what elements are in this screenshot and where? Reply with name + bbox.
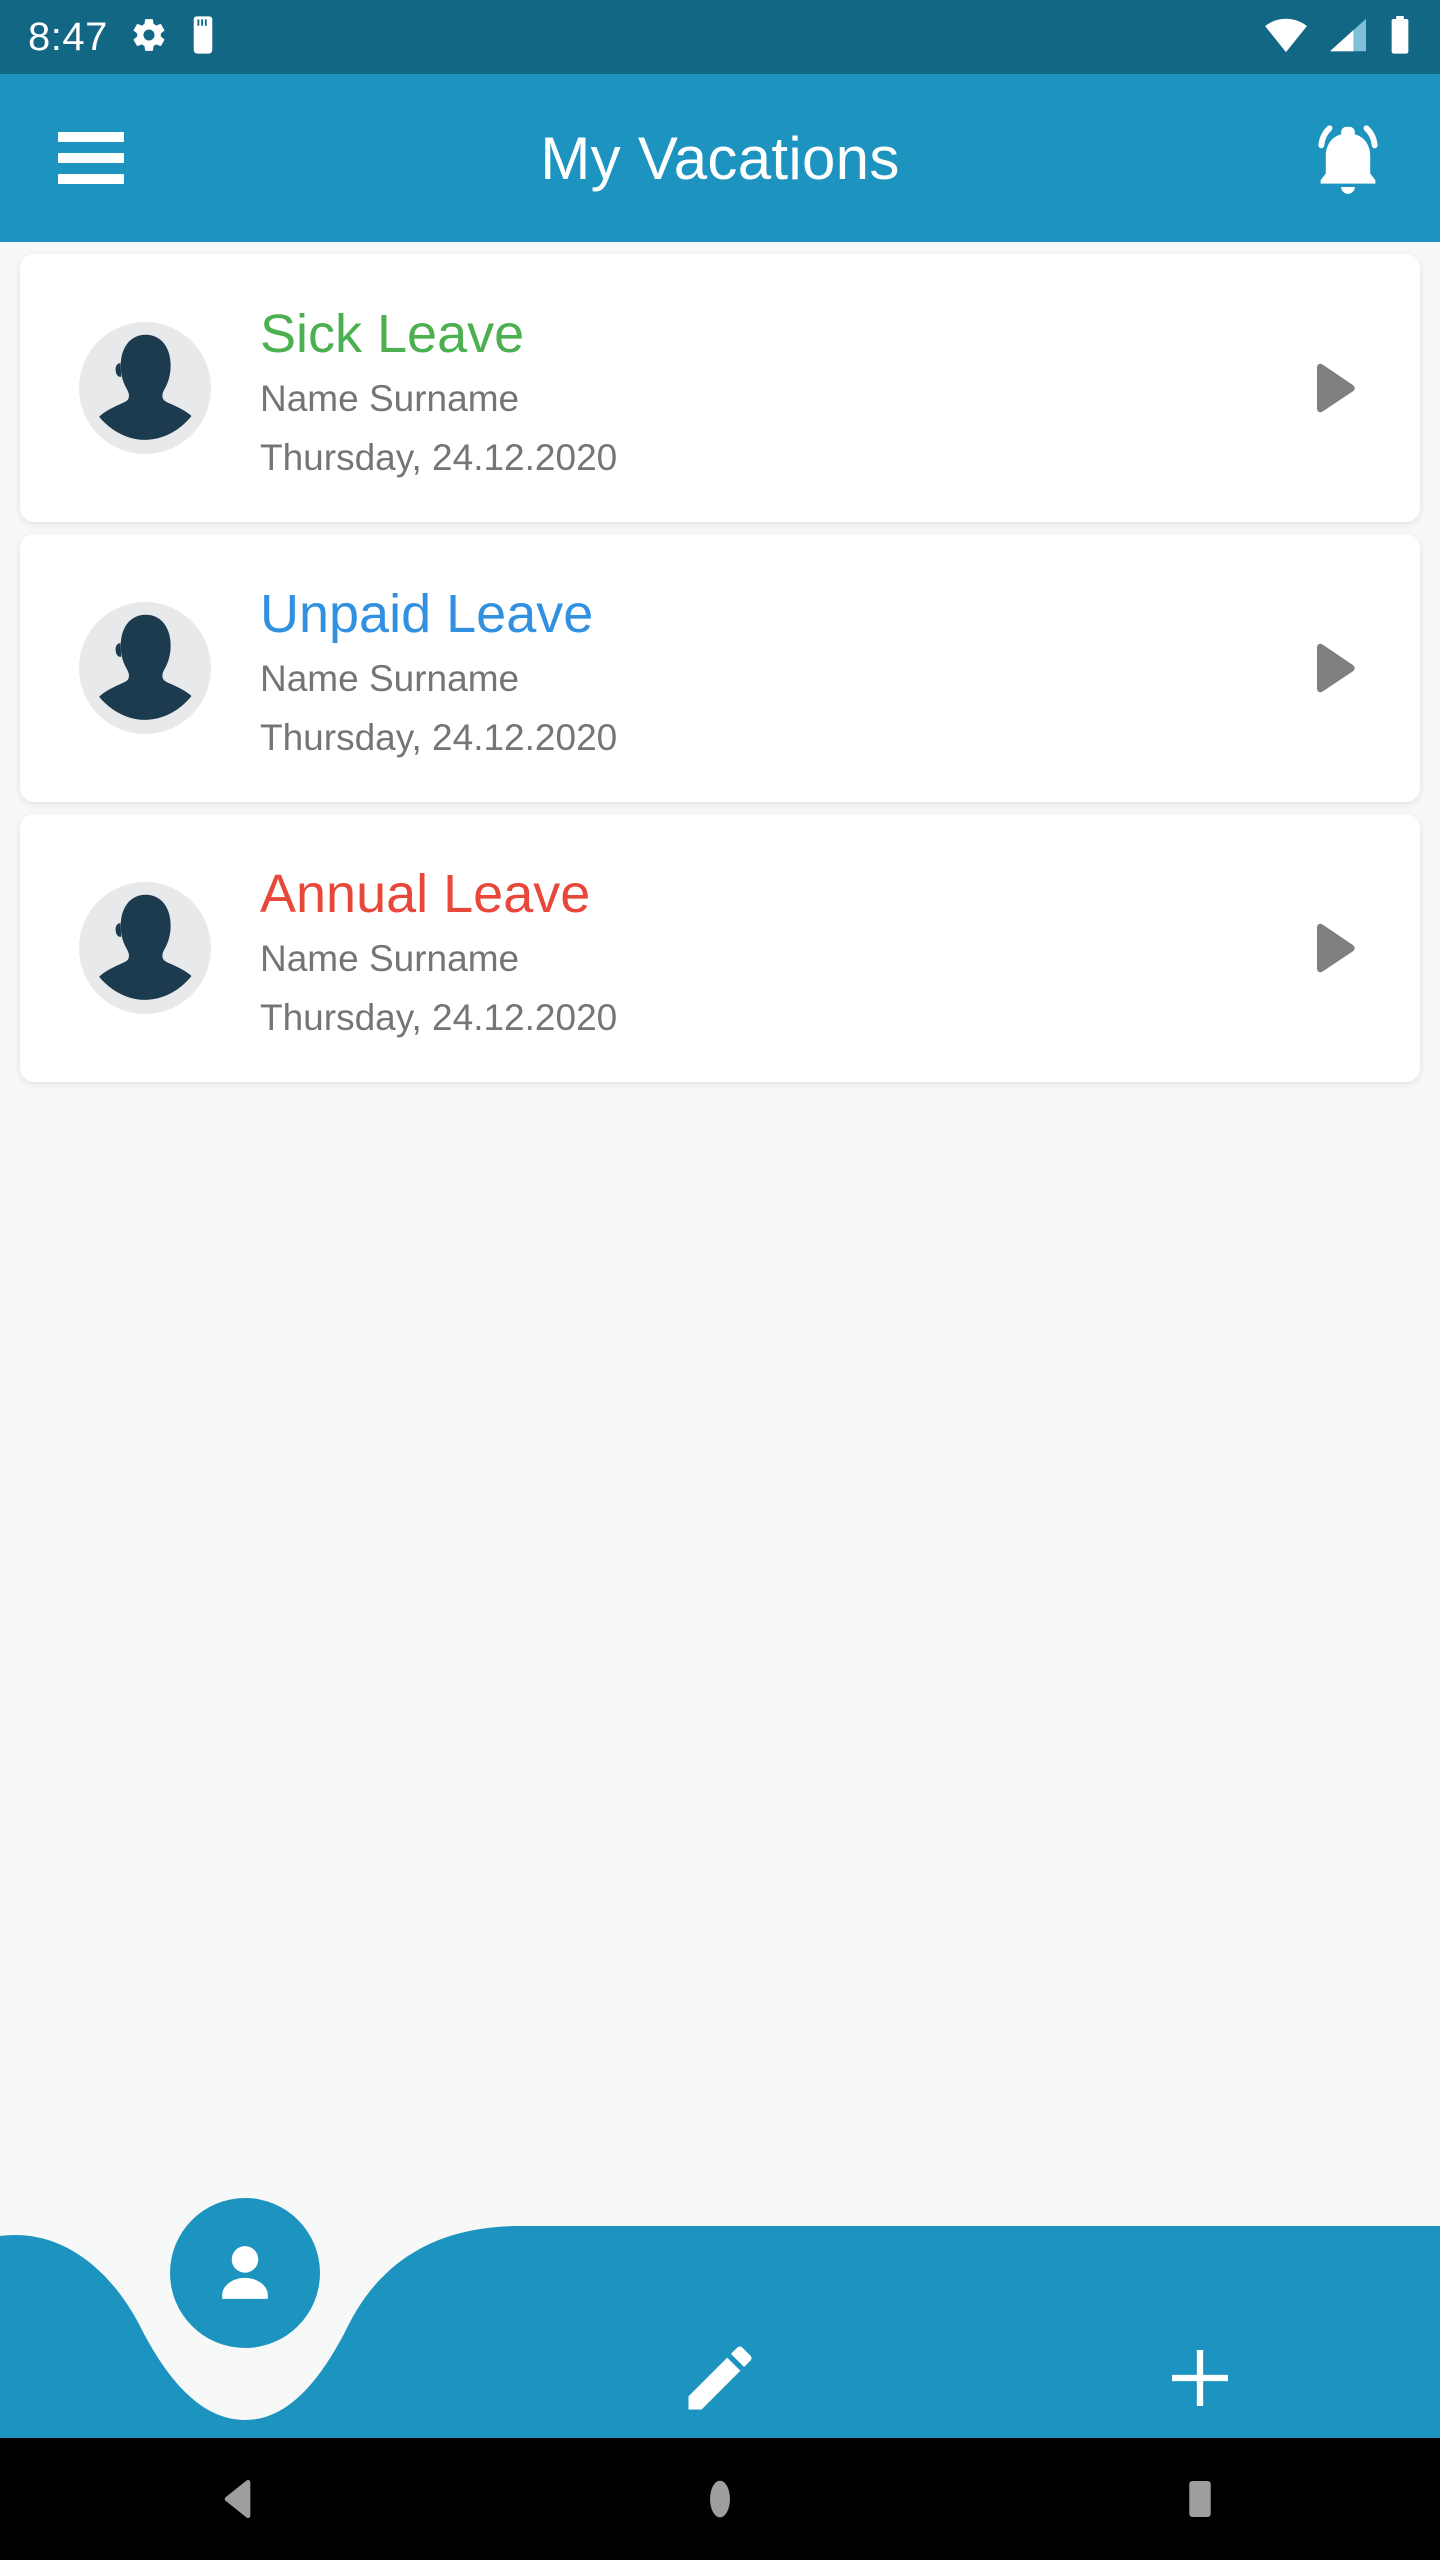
- vacation-card-list: Sick Leave Name Surname Thursday, 24.12.…: [0, 242, 1440, 1082]
- list-item-text: Unpaid Leave Name Surname Thursday, 24.1…: [260, 580, 1316, 756]
- hamburger-line: [58, 153, 124, 163]
- person-icon: [222, 2246, 268, 2299]
- plus-icon: [1172, 2350, 1228, 2406]
- hamburger-line: [58, 132, 124, 142]
- edit-button[interactable]: [660, 2318, 780, 2438]
- leave-type-title: Annual Leave: [260, 863, 591, 924]
- home-circle-icon: [710, 2480, 730, 2518]
- android-navigation-bar: [0, 2438, 1440, 2560]
- battery-icon: [1388, 15, 1412, 59]
- app-screen: 8:47 My Vacations Sick Leave Name Surnam…: [0, 0, 1440, 2560]
- person-name: Name Surname: [260, 938, 520, 980]
- cell-signal-icon: [1328, 17, 1368, 58]
- status-time: 8:47: [28, 15, 108, 59]
- chevron-right-icon[interactable]: [1316, 642, 1358, 694]
- list-item[interactable]: Annual Leave Name Surname Thursday, 24.1…: [20, 814, 1420, 1082]
- notifications-active-bell-icon[interactable]: [1302, 112, 1394, 204]
- back-button[interactable]: [180, 2438, 300, 2560]
- person-name: Name Surname: [260, 378, 520, 420]
- wifi-icon: [1264, 17, 1308, 58]
- avatar: [70, 593, 220, 743]
- status-bar: 8:47: [0, 0, 1440, 74]
- avatar: [70, 873, 220, 1023]
- status-bar-left: 8:47: [28, 15, 216, 59]
- leave-type-title: Unpaid Leave: [260, 583, 594, 644]
- pencil-edit-icon: [688, 2346, 752, 2410]
- recents-button[interactable]: [1140, 2438, 1260, 2560]
- add-button[interactable]: [1140, 2318, 1260, 2438]
- hamburger-menu-icon[interactable]: [58, 132, 124, 184]
- list-item[interactable]: Sick Leave Name Surname Thursday, 24.12.…: [20, 254, 1420, 522]
- bottom-navigation-bar: [0, 2198, 1440, 2438]
- leave-date: Thursday, 24.12.2020: [260, 997, 618, 1039]
- back-triangle-icon: [224, 2479, 251, 2519]
- list-item[interactable]: Unpaid Leave Name Surname Thursday, 24.1…: [20, 534, 1420, 802]
- profile-fab-button[interactable]: [170, 2198, 320, 2348]
- chevron-right-icon[interactable]: [1316, 362, 1358, 414]
- avatar: [70, 313, 220, 463]
- leave-type-title: Sick Leave: [260, 303, 525, 364]
- app-bar: My Vacations: [0, 74, 1440, 242]
- list-item-text: Annual Leave Name Surname Thursday, 24.1…: [260, 860, 1316, 1036]
- leave-date: Thursday, 24.12.2020: [260, 437, 618, 479]
- bottom-nav-actions: [0, 2198, 1440, 2438]
- sd-card-icon: [190, 15, 216, 59]
- hamburger-line: [58, 174, 124, 184]
- leave-date: Thursday, 24.12.2020: [260, 717, 618, 759]
- person-name: Name Surname: [260, 658, 520, 700]
- gear-icon: [130, 16, 168, 59]
- chevron-right-icon[interactable]: [1316, 922, 1358, 974]
- list-item-text: Sick Leave Name Surname Thursday, 24.12.…: [260, 300, 1316, 476]
- recents-square-icon: [1189, 2480, 1211, 2518]
- status-bar-right: [1264, 15, 1412, 59]
- page-title: My Vacations: [540, 124, 900, 192]
- home-button[interactable]: [660, 2438, 780, 2560]
